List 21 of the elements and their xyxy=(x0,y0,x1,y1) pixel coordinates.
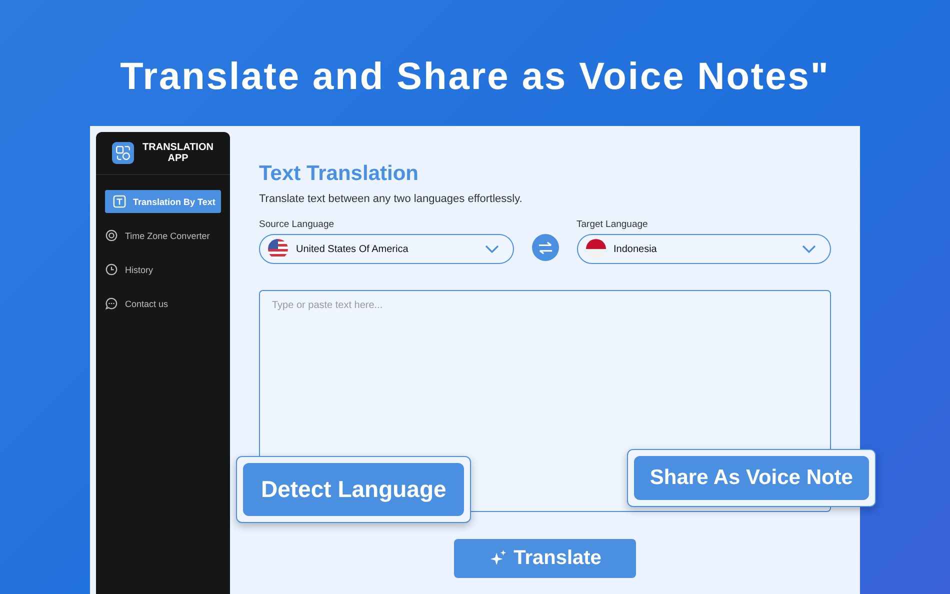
language-dropdown[interactable]: United States Of America xyxy=(259,234,514,264)
page-title: Text Translation xyxy=(259,162,420,186)
swap-arrows-icon xyxy=(538,240,552,254)
sidebar-item[interactable]: Time Zone Converter xyxy=(105,224,221,247)
sidebar-item[interactable]: Contact us xyxy=(105,292,221,315)
translate-icon xyxy=(112,142,134,164)
flag-icon xyxy=(268,239,288,259)
flag-icon xyxy=(586,239,606,259)
clock-icon xyxy=(105,263,118,276)
field-label: Source Language xyxy=(259,219,336,230)
chevron-down-icon xyxy=(802,245,816,253)
headline: Translate and Share as Voice Notes" xyxy=(120,56,830,100)
page-subtitle: Translate text between any two languages effortlessly. xyxy=(259,193,524,205)
field-label: Target Language xyxy=(576,219,649,230)
sidebar-item[interactable]: History xyxy=(105,258,221,281)
app-title: TRANSLATION APP xyxy=(142,142,214,164)
swap-button[interactable] xyxy=(532,234,558,261)
text-icon xyxy=(113,195,126,208)
chat-icon xyxy=(105,297,118,310)
chevron-down-icon xyxy=(484,245,498,253)
language-dropdown[interactable]: Indonesia xyxy=(576,234,831,264)
